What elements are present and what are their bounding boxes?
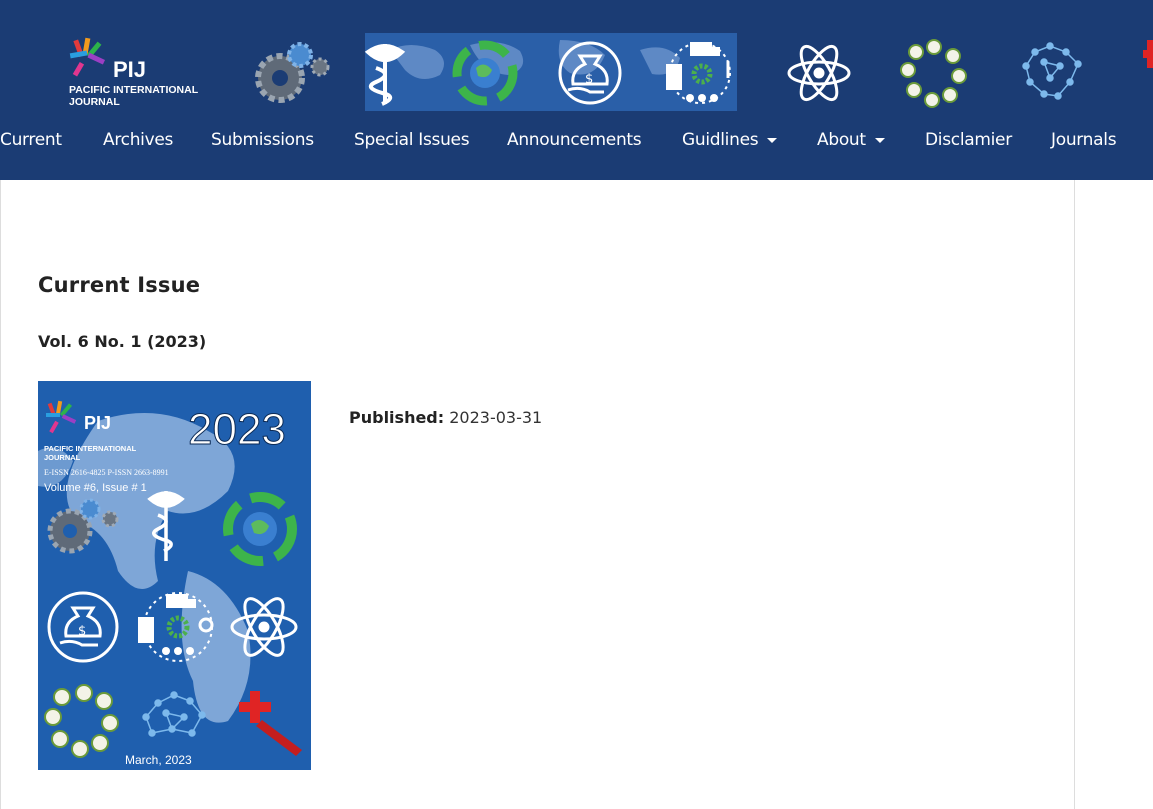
nav-item-archives-label: Archives — [103, 130, 174, 150]
cover-logo-name-line2: JOURNAL — [44, 453, 81, 462]
header-banner: PIJ PACIFIC INTERNATIONAL JOURNAL $ — [69, 33, 1153, 111]
cover-date: March, 2023 — [125, 753, 192, 767]
nav-item-submissions[interactable]: Submissions — [211, 130, 314, 150]
nav-item-disclamier[interactable]: Disclamier — [925, 130, 1012, 150]
logo-mark-icon — [69, 37, 106, 77]
issue-cover-image[interactable]: PIJ PACIFIC INTERNATIONAL JOURNAL 2023 E… — [38, 381, 311, 770]
site-logo[interactable]: PIJ PACIFIC INTERNATIONAL JOURNAL — [69, 37, 199, 108]
published-date: 2023-03-31 — [449, 408, 543, 427]
logo-name-line1: PACIFIC INTERNATIONAL — [69, 84, 199, 96]
nav-item-special-issues[interactable]: Special Issues — [354, 130, 470, 150]
primary-nav: Current Archives Submissions Special Iss… — [0, 118, 1153, 168]
nav-item-special-issues-label: Special Issues — [354, 130, 470, 150]
nav-item-journals-label: Journals — [1051, 130, 1117, 150]
nav-item-current[interactable]: Current — [0, 130, 62, 150]
issue-identification: Vol. 6 No. 1 (2023) — [38, 332, 207, 351]
nav-item-current-label: Current — [0, 130, 62, 150]
nav-item-submissions-label: Submissions — [211, 130, 314, 150]
published-info: Published: 2023-03-31 — [349, 408, 542, 427]
svg-text:$: $ — [585, 72, 593, 87]
logo-name-line2: JOURNAL — [69, 96, 120, 108]
caret-down-icon — [874, 137, 885, 143]
page-title: Current Issue — [38, 273, 201, 297]
nav-item-journals[interactable]: Journals — [1051, 130, 1117, 150]
nav-item-announcements-label: Announcements — [507, 130, 642, 150]
cover-year: 2023 — [188, 405, 286, 454]
nav-item-disclamier-label: Disclamier — [925, 130, 1012, 150]
caret-down-icon — [767, 137, 778, 143]
nav-item-guidlines[interactable]: Guidlines — [682, 130, 778, 150]
cover-logo-name-line1: PACIFIC INTERNATIONAL — [44, 444, 137, 453]
brain-network-icon — [1022, 42, 1082, 100]
medical-cross-icon — [1143, 40, 1153, 68]
site-header: PIJ PACIFIC INTERNATIONAL JOURNAL $ Curr… — [0, 0, 1153, 180]
agriculture-circle-icon — [900, 39, 967, 108]
svg-text:$: $ — [78, 624, 86, 639]
nav-item-about[interactable]: About — [817, 130, 885, 150]
cover-artwork: PIJ PACIFIC INTERNATIONAL JOURNAL 2023 E… — [38, 381, 311, 770]
cover-logo-abbr: PIJ — [84, 413, 111, 433]
nav-item-archives[interactable]: Archives — [103, 130, 173, 150]
nav-item-about-label: About — [817, 130, 866, 150]
nav-item-announcements[interactable]: Announcements — [507, 130, 642, 150]
cover-volume: Volume #6, Issue # 1 — [44, 482, 147, 494]
nav-item-guidlines-label: Guidlines — [682, 130, 759, 150]
logo-abbr: PIJ — [113, 57, 146, 82]
published-label: Published: — [349, 408, 445, 427]
gears-icon — [255, 42, 330, 103]
cover-issn: E-ISSN 2616-4825 P-ISSN 2663-8991 — [44, 468, 169, 477]
atom-icon — [787, 44, 851, 102]
